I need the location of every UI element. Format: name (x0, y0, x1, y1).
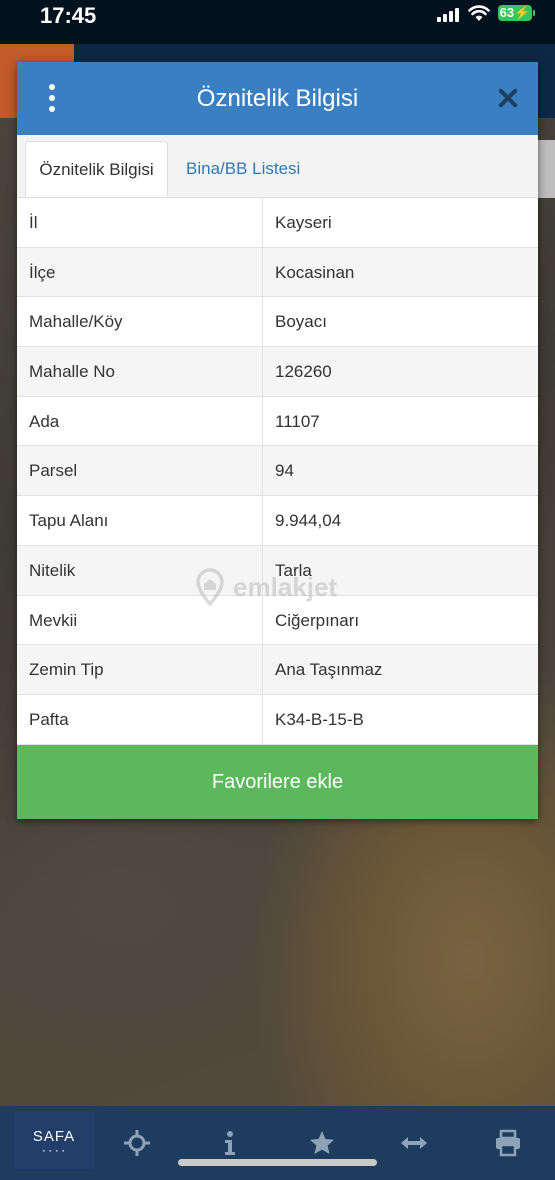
row-value: K34-B-15-B (275, 709, 364, 729)
row-key: İl (29, 213, 38, 232)
row-key: Mahalle/Köy (29, 312, 123, 332)
more-vertical-icon[interactable] (47, 84, 57, 114)
column-divider (262, 396, 263, 446)
home-indicator[interactable] (178, 1159, 377, 1166)
row-key: Mahalle No (29, 362, 115, 382)
table-row: Mahalle/Köy Boyacı (17, 297, 538, 348)
tab-bar: Öznitelik Bilgisi Bina/BB Listesi (17, 135, 538, 198)
row-key: Tapu Alanı (29, 511, 109, 531)
arrows-horizontal-icon[interactable] (399, 1128, 429, 1158)
attribute-info-modal: Öznitelik Bilgisi Öznitelik Bilgisi Bina… (17, 62, 538, 819)
crosshair-icon[interactable] (122, 1128, 152, 1158)
column-divider (262, 347, 263, 396)
wifi-icon (468, 5, 490, 21)
logo-subtext: ▪ ▪ ▪ ▪ (42, 1148, 66, 1155)
table-row: İlçe Kocasinan (17, 247, 538, 298)
safa-logo[interactable]: SAFA ▪ ▪ ▪ ▪ (14, 1111, 94, 1169)
status-time: 17:45 (40, 3, 97, 28)
status-bar: 17:45 63⚡ (0, 0, 555, 44)
row-key: Ada (29, 411, 60, 431)
attribute-table: İl Kayseri İlçe Kocasinan Mahalle/Köy Boyac… (17, 198, 538, 745)
battery-tip (533, 10, 535, 16)
table-row: Ada 11107 (17, 396, 538, 447)
column-divider (262, 446, 263, 496)
location-pin-icon (196, 568, 224, 606)
bottom-toolbar: SAFA ▪ ▪ ▪ ▪ (0, 1106, 555, 1180)
row-key: Mevkii (29, 610, 78, 630)
modal-header: Öznitelik Bilgisi (17, 62, 538, 135)
table-row: Parsel 94 (17, 446, 538, 497)
row-value: Kocasinan (275, 262, 355, 282)
table-row: Tapu Alanı 9.944,04 (17, 496, 538, 546)
row-value: Kayseri (275, 213, 332, 232)
battery-indicator: 63⚡ (498, 5, 532, 21)
side-panel-edge (538, 140, 555, 198)
watermark: emlakjet (195, 568, 365, 612)
info-icon[interactable] (215, 1128, 245, 1158)
row-value: 9.944,04 (275, 511, 342, 531)
column-divider (262, 297, 263, 347)
watermark-text: emlakjet (233, 572, 338, 602)
row-value: 11107 (275, 411, 320, 431)
logo-text: SAFA (32, 1128, 76, 1145)
table-row: Zemin Tip Ana Taşınmaz (17, 645, 538, 695)
star-icon[interactable] (307, 1128, 337, 1158)
row-key: Nitelik (29, 560, 76, 580)
row-value: Boyacı (275, 312, 327, 332)
table-row: İl Kayseri (17, 198, 538, 248)
tab-attribute-info[interactable]: Öznitelik Bilgisi (25, 141, 168, 197)
modal-title: Öznitelik Bilgisi (196, 85, 359, 112)
close-icon[interactable] (497, 87, 519, 109)
column-divider (262, 496, 263, 545)
row-key: İlçe (29, 262, 56, 282)
column-divider (262, 645, 263, 694)
column-divider (262, 247, 263, 297)
battery-level: 63 (499, 5, 515, 20)
table-row: Mahalle No 126260 (17, 347, 538, 397)
column-divider (262, 694, 263, 744)
row-key: Pafta (29, 709, 69, 729)
row-value: 94 (275, 461, 294, 481)
printer-icon[interactable] (493, 1128, 523, 1158)
signal-icon (437, 8, 461, 22)
row-key: Parsel (29, 461, 78, 481)
add-to-favorites-button[interactable]: Favorilere ekle (17, 745, 538, 819)
row-value: 126260 (275, 362, 332, 382)
row-key: Zemin Tip (29, 660, 104, 680)
column-divider (262, 198, 263, 247)
tab-building-list[interactable]: Bina/BB Listesi (186, 141, 300, 197)
row-value: Ana Taşınmaz (275, 660, 383, 680)
table-row: Pafta K34-B-15-B (17, 694, 538, 745)
